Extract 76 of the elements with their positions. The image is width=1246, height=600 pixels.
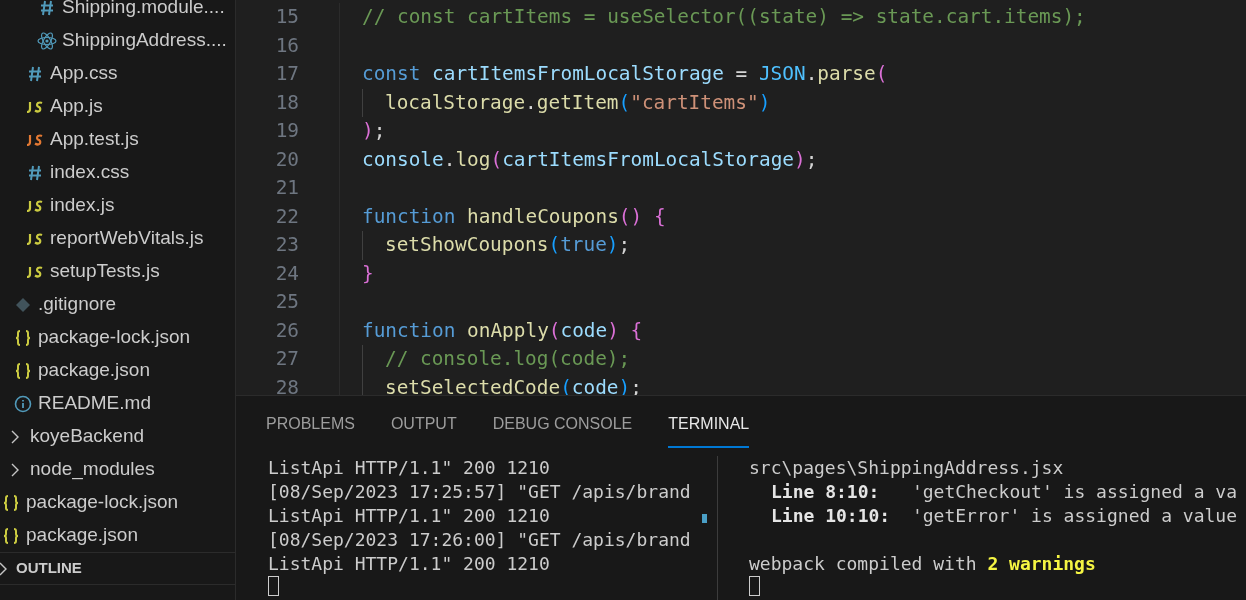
- panel-tab[interactable]: DEBUG CONSOLE: [492, 408, 633, 448]
- file-item[interactable]: README.md: [0, 387, 235, 420]
- info-icon: [14, 394, 32, 413]
- js-icon: [25, 265, 45, 278]
- code-line: // const cartItems = useSelector((state) => state.cart.items);: [362, 4, 1086, 30]
- line-number: 28: [275, 375, 299, 395]
- chevron-icon: [10, 462, 20, 477]
- file-item[interactable]: package-lock.json: [0, 486, 235, 519]
- folder-item[interactable]: node_modules: [0, 453, 235, 486]
- hash-icon: [28, 65, 42, 82]
- code-line: );: [362, 118, 386, 144]
- chevron-icon: [10, 429, 20, 444]
- line-number: 26: [275, 318, 299, 342]
- file-item[interactable]: package-lock.json: [0, 321, 235, 354]
- terminal-line: webpack compiled with 2 warnings: [749, 553, 1096, 574]
- line-number: 15: [275, 5, 299, 28]
- line-number: 23: [275, 233, 299, 256]
- line-number: 27: [275, 347, 299, 370]
- code-line: console.log(cartItemsFromLocalStorage);: [362, 146, 818, 173]
- js-icon: [25, 199, 45, 212]
- diamond-icon: [15, 296, 31, 313]
- atom-icon: [37, 31, 57, 50]
- line-number: 25: [275, 290, 299, 313]
- code-line: localStorage.getItem("cartItems"): [385, 89, 771, 116]
- hash-icon: [28, 164, 42, 181]
- terminal-cursor: [268, 576, 279, 596]
- code-line: setShowCoupons(true);: [385, 232, 631, 258]
- js-icon: [25, 100, 45, 113]
- file-item[interactable]: App.test.js: [0, 123, 235, 156]
- panel-tab[interactable]: PROBLEMS: [266, 408, 355, 448]
- folder-item[interactable]: koyeBackend: [0, 420, 235, 453]
- code-line: function handleCoupons() {: [362, 203, 666, 230]
- panel-tab[interactable]: TERMINAL: [668, 408, 750, 448]
- terminal-line: [08/Sep/2023 17:25:57] "GET /apis/brand: [268, 481, 691, 502]
- line-number: 22: [275, 204, 299, 228]
- terminal-line: src\pages\ShippingAddress.jsx: [749, 457, 1064, 478]
- line-number: 24: [275, 261, 299, 285]
- file-item[interactable]: index.css: [0, 156, 235, 189]
- code-line: }: [362, 260, 374, 287]
- terminal-line: ListApi HTTP/1.1" 200 1210: [268, 505, 550, 526]
- js-icon: [25, 232, 45, 245]
- file-item[interactable]: package.json: [0, 519, 235, 552]
- file-item[interactable]: Shipping.module....: [0, 0, 235, 24]
- file-item[interactable]: App.js: [0, 90, 235, 123]
- line-number: 21: [275, 176, 299, 199]
- section-header[interactable]: OUTLINE: [0, 552, 235, 585]
- braces-icon: [2, 494, 20, 511]
- code-line: const cartItemsFromLocalStorage = JSON.parse(: [362, 61, 888, 87]
- terminal-line: ListApi HTTP/1.1" 200 1210: [268, 553, 550, 574]
- file-item[interactable]: index.js: [0, 189, 235, 222]
- terminal-cursor: [749, 576, 760, 596]
- file-item[interactable]: setupTests.js: [0, 255, 235, 288]
- line-number: 20: [275, 147, 299, 171]
- file-item[interactable]: ShippingAddress....: [0, 24, 235, 57]
- terminal-line: [08/Sep/2023 17:26:00] "GET /apis/brand: [268, 529, 691, 550]
- code-line: function onApply(code) {: [362, 317, 643, 344]
- terminal-line: ListApi HTTP/1.1" 200 1210: [268, 457, 550, 478]
- braces-icon: [14, 362, 32, 379]
- code-line: // console.log(code);: [385, 346, 631, 372]
- hash-icon: [40, 0, 54, 16]
- chevron-icon: [0, 561, 8, 576]
- terminal-line: Line 10:10: 'getError' is assigned a value: [771, 505, 1237, 526]
- line-number: 17: [275, 62, 299, 85]
- js-icon: [25, 133, 45, 146]
- file-item[interactable]: App.css: [0, 57, 235, 90]
- line-number: 18: [275, 90, 299, 114]
- file-item[interactable]: .gitignore: [0, 288, 235, 321]
- line-number: 19: [275, 119, 299, 142]
- file-item[interactable]: reportWebVitals.js: [0, 222, 235, 255]
- braces-icon: [14, 329, 32, 346]
- file-item[interactable]: package.json: [0, 354, 235, 387]
- line-number: 16: [275, 33, 299, 57]
- terminal-line: Line 8:10: 'getCheckout' is assigned a va: [771, 481, 1237, 502]
- panel-tab[interactable]: OUTPUT: [390, 408, 457, 448]
- braces-icon: [2, 527, 20, 544]
- scroll-marker: [702, 514, 707, 523]
